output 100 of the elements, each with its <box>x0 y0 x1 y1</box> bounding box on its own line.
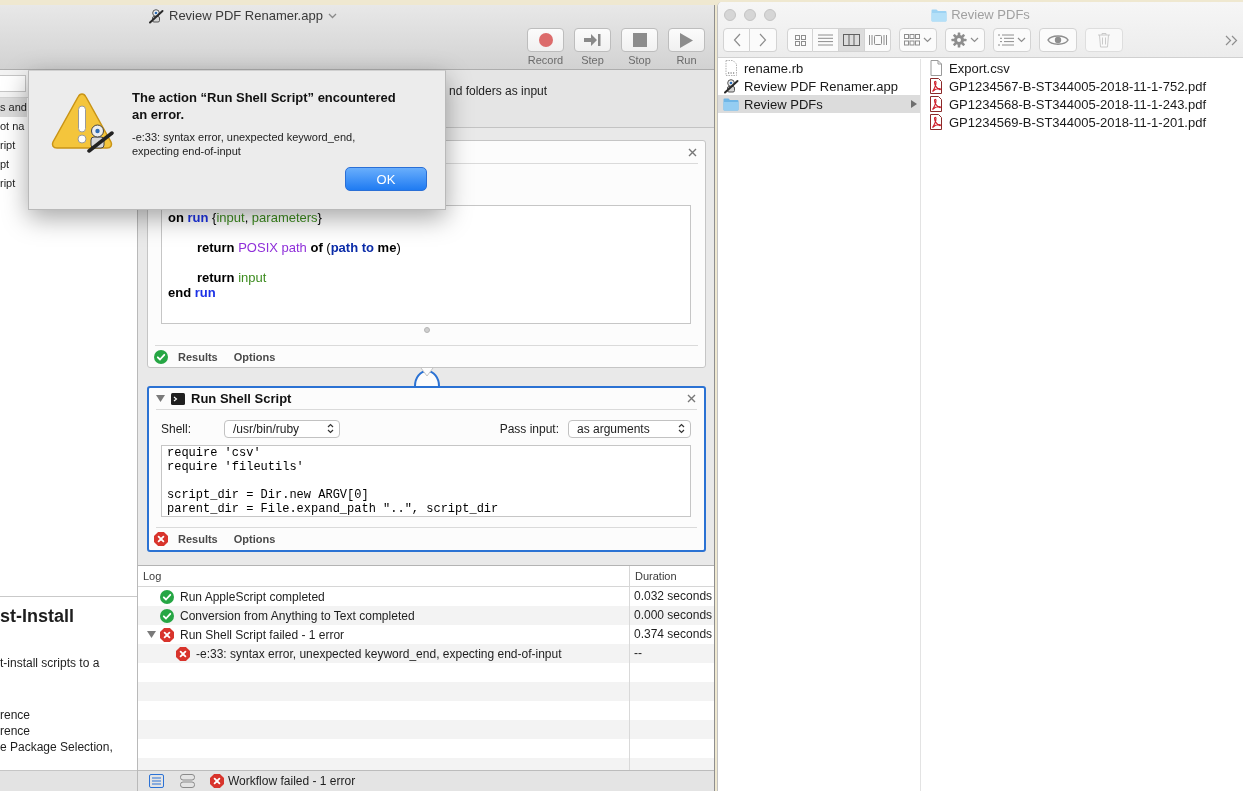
back-button[interactable] <box>723 28 750 52</box>
log-duration: 0.374 seconds <box>634 626 713 643</box>
shell-popup[interactable]: /usr/bin/ruby <box>224 419 341 438</box>
action-card[interactable]: Run Shell Script Shell: /usr/bin/ruby Pass input: as arguments require 'csv' require 'fileutils' script_dir = Dir.new ARGV[0] parent_dir = File.expand_path "..", script_dir Results Options <box>147 386 706 552</box>
log-message: -e:33: syntax error, unexpected keyword_end, expecting end-of-input <box>196 646 562 661</box>
play-icon <box>680 32 693 48</box>
folder-icon <box>723 97 739 111</box>
list-view-button[interactable] <box>813 28 839 52</box>
search-field[interactable] <box>0 75 26 92</box>
window-title: Review PDFs <box>951 7 1030 22</box>
action-title: Run Shell Script <box>191 391 292 406</box>
updown-chevron-icon <box>327 423 335 434</box>
pdf-file-icon <box>928 114 944 130</box>
action-button[interactable] <box>945 28 985 52</box>
log-duration: 0.032 seconds <box>634 588 713 605</box>
file-item[interactable]: GP1234569-B-ST344005-2018-11-1-201.pdf <box>921 113 1243 131</box>
folder-icon <box>931 7 948 22</box>
resize-handle[interactable] <box>423 327 430 333</box>
chevron-right-icon <box>759 33 767 47</box>
flow-view-icon[interactable] <box>180 774 195 788</box>
double-chevron-icon[interactable] <box>1225 34 1238 46</box>
script-editor[interactable]: on run {input, parameters} return POSIX path of (path to me) return input end run <box>161 205 691 324</box>
file-item[interactable]: GP1234567-B-ST344005-2018-11-1-752.pdf <box>921 77 1243 95</box>
step-icon <box>584 33 601 47</box>
chevron-left-icon <box>732 33 741 47</box>
stop-button[interactable] <box>621 28 658 52</box>
alert-title: The action “Run Shell Script” encountered an error. <box>132 89 397 123</box>
toolbar-label[interactable]: Record <box>527 54 564 67</box>
gallery-icon <box>868 34 887 46</box>
arrange-button[interactable] <box>993 28 1031 52</box>
library-item[interactable]: ript <box>0 136 16 155</box>
chevron-right-icon <box>911 100 917 108</box>
list-view-icon[interactable] <box>149 774 164 788</box>
script-file-icon <box>723 60 739 76</box>
section-toggle[interactable]: Results <box>178 533 218 545</box>
workflow-input-text: nd folders as input <box>449 83 548 99</box>
field-label: Pass input: <box>499 421 559 436</box>
library-item[interactable]: ot na <box>0 117 25 136</box>
library-item[interactable]: ript <box>0 174 16 193</box>
list-icon <box>998 34 1014 46</box>
file-item[interactable]: Review PDF Renamer.app <box>718 77 920 95</box>
record-button[interactable] <box>527 28 564 52</box>
column-header[interactable]: Log <box>138 566 630 586</box>
caret-icon <box>923 37 932 43</box>
pdf-file-icon <box>928 96 944 112</box>
description-title: st-Install <box>0 605 74 627</box>
description-text: t-install scripts to a <box>0 655 100 671</box>
forward-button[interactable] <box>750 28 777 52</box>
file-item[interactable]: rename.rb <box>718 59 920 77</box>
gear-icon <box>951 32 967 48</box>
caret-icon <box>1017 37 1026 43</box>
log-message: Run AppleScript completed <box>180 589 325 604</box>
library-item[interactable]: pt <box>0 155 10 174</box>
eye-icon <box>1047 33 1069 47</box>
description-text: rence <box>0 723 31 739</box>
section-toggle[interactable]: Options <box>233 533 276 545</box>
folder-item[interactable]: Review PDFs <box>718 95 920 113</box>
log-duration: 0.000 seconds <box>634 607 713 624</box>
description-text: e Package Selection, <box>0 739 113 755</box>
pass-input-popup[interactable]: as arguments <box>568 419 691 438</box>
robot-icon <box>723 78 739 94</box>
trash-icon <box>1097 32 1111 48</box>
toolbar-label[interactable]: Run <box>676 54 697 67</box>
group-button[interactable] <box>899 28 937 52</box>
quick-look-button[interactable] <box>1039 28 1077 52</box>
log-message: Run Shell Script failed - 1 error <box>180 627 345 642</box>
stop-icon <box>632 33 647 47</box>
document-icon <box>928 60 944 76</box>
section-toggle[interactable]: Results <box>178 350 218 363</box>
toolbar-label[interactable]: Step <box>581 54 604 67</box>
chevron-down-icon[interactable] <box>327 13 337 19</box>
robot-icon <box>148 8 164 24</box>
icon-view-button[interactable] <box>787 28 813 52</box>
updown-chevron-icon <box>678 423 685 434</box>
script-editor[interactable]: require 'csv' require 'fileutils' script_dir = Dir.new ARGV[0] parent_dir = File.expand_path "..", script_dir <box>161 445 691 517</box>
library-item[interactable]: s and <box>0 98 27 117</box>
record-icon <box>538 33 553 47</box>
columns-icon <box>843 34 860 46</box>
action-connector <box>413 368 440 386</box>
field-label: Shell: <box>161 421 192 436</box>
terminal-icon <box>171 392 185 405</box>
close-icon[interactable] <box>687 394 696 403</box>
gallery-view-button[interactable] <box>865 28 891 52</box>
section-toggle[interactable]: Options <box>233 350 276 363</box>
workflow-status: Workflow failed - 1 error <box>228 774 356 788</box>
run-button[interactable] <box>668 28 705 52</box>
file-item[interactable]: GP1234568-B-ST344005-2018-11-1-243.pdf <box>921 95 1243 113</box>
column-header[interactable]: Duration <box>630 566 714 586</box>
description-text: rence <box>0 707 31 723</box>
column-view-button[interactable] <box>839 28 865 52</box>
log-message: Conversion from Anything to Text completed <box>180 608 415 623</box>
disclosure-triangle-icon[interactable] <box>147 631 156 638</box>
file-item[interactable]: Export.csv <box>921 59 1243 77</box>
step-button[interactable] <box>574 28 611 52</box>
pdf-file-icon <box>928 78 944 94</box>
close-icon[interactable] <box>688 147 697 157</box>
disclosure-triangle-icon[interactable] <box>156 395 165 402</box>
window-title: Review PDF Renamer.app <box>169 8 323 24</box>
toolbar-label[interactable]: Stop <box>628 54 651 67</box>
grid-icon <box>904 34 920 46</box>
